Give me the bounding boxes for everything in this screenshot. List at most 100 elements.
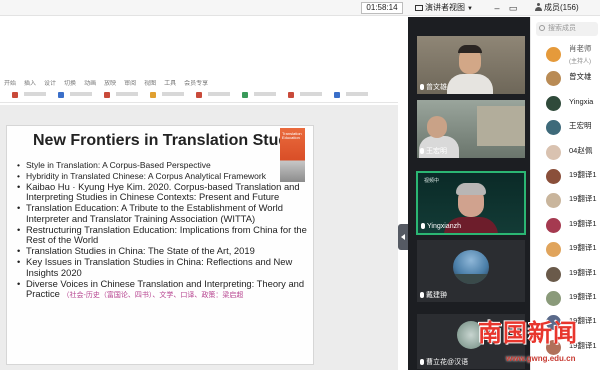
bullet-item: Diverse Voices in Chinese Translation an…	[17, 278, 309, 301]
top-bar: 01:58:14 演讲者视图 ▼ – ▭ 成员(156)	[0, 0, 600, 16]
ribbon-tab[interactable]: 插入	[24, 80, 36, 89]
ribbon-icon[interactable]	[150, 92, 156, 98]
participant-hair	[456, 183, 486, 195]
mic-icon	[420, 292, 424, 298]
video-tile-active-speaker[interactable]: 视频中 Yingxianzh	[416, 171, 526, 235]
video-tile-label: 戴建翀	[426, 292, 447, 299]
member-name: Yingxia	[569, 96, 594, 106]
bullet-item: Kaibao Hu · Kyung Hye Kim. 2020. Corpus-…	[17, 181, 309, 203]
participant-hair	[458, 45, 482, 53]
bullet-note: （社会-历史（富国论、四书）、文学、口译、政策：梁启超	[62, 292, 244, 300]
ribbon-control[interactable]	[24, 92, 46, 96]
bullet-item: Restructuring Translation Education: Imp…	[17, 223, 309, 246]
ribbon-tabs: 开始 插入 设计 切换 动画 放映 审阅 视图 工具 会员专享	[0, 80, 398, 89]
layout-icon[interactable]: ▭	[507, 2, 519, 14]
video-tile-name: 戴建翀	[420, 292, 447, 300]
member-avatar	[546, 95, 561, 111]
member-name: 王宏明	[569, 121, 592, 131]
ribbon-tab[interactable]: 切换	[64, 80, 76, 89]
member-name: 肖老师	[569, 44, 592, 53]
video-tile[interactable]: 曾文雄	[416, 35, 526, 95]
ribbon-tab[interactable]: 会员专享	[184, 80, 208, 89]
ribbon-icon[interactable]	[334, 92, 340, 98]
ribbon-tab[interactable]: 开始	[4, 80, 16, 89]
member-avatar	[546, 290, 561, 306]
participant-body	[447, 74, 493, 94]
video-tile-label: 曹立花@汉语	[426, 359, 469, 366]
member-avatar	[546, 242, 561, 258]
member-name: 19翻译1	[569, 194, 597, 204]
ribbon-icon[interactable]	[242, 92, 248, 98]
ribbon-toolbar	[0, 89, 398, 103]
member-row[interactable]: 19翻译1	[531, 238, 600, 262]
participant-face	[427, 116, 447, 138]
ribbon-icon[interactable]	[104, 92, 110, 98]
presenter-view-button[interactable]: 演讲者视图 ▼	[415, 2, 481, 14]
video-overlay-label: 视频中	[424, 178, 440, 184]
bullet-text: Key Issues in Translation Studies in Chi…	[26, 256, 293, 278]
ribbon-tab[interactable]: 动画	[84, 80, 96, 89]
bullet-item: Translation Studies in China: The State …	[17, 245, 309, 257]
shared-screen: 开始 插入 设计 切换 动画 放映 审阅 视图 工具 会员专享 New Frontiers in …	[0, 17, 398, 370]
member-avatar	[546, 168, 561, 184]
ribbon-icon[interactable]	[58, 92, 64, 98]
member-name: 19翻译1	[569, 169, 597, 179]
ribbon-control[interactable]	[162, 92, 184, 96]
video-tile-name: 曾文雄	[420, 84, 447, 92]
slide-pane: New Frontiers in Translation Studie Tran…	[0, 105, 398, 370]
ribbon-control[interactable]	[346, 92, 368, 96]
bullet-text: Kaibao Hu · Kyung Hye Kim. 2020. Corpus-…	[26, 181, 300, 203]
member-row[interactable]: Yingxia	[531, 92, 600, 116]
member-name: 19翻译1	[569, 218, 597, 228]
ribbon-control[interactable]	[116, 92, 138, 96]
member-row[interactable]: 04赵佩	[531, 141, 600, 165]
bullet-text: Translation Studies in China: The State …	[26, 245, 255, 257]
member-avatar	[546, 120, 561, 136]
slide-title: New Frontiers in Translation Studie	[33, 132, 302, 149]
video-tile-name: 王宏明	[420, 148, 447, 156]
ribbon-icon[interactable]	[288, 92, 294, 98]
member-row[interactable]: 19翻译1	[531, 287, 600, 311]
bullet-text: Restructuring Translation Education: Imp…	[26, 223, 307, 246]
bullet-text: Style in Translation: A Corpus-Based Per…	[26, 160, 211, 170]
member-row[interactable]: 王宏明	[531, 116, 600, 140]
watermark-logo-text: 南国新闻	[478, 318, 578, 347]
mic-icon	[421, 223, 425, 229]
bullet-item: Translation Education: A Tribute to the …	[17, 203, 309, 224]
presenter-view-label: 演讲者视图	[425, 3, 465, 12]
ribbon-tab[interactable]: 工具	[164, 80, 176, 89]
member-row[interactable]: 19翻译1	[531, 165, 600, 189]
members-count: 成员(156)	[544, 3, 579, 12]
video-tile-label: 王宏明	[426, 148, 447, 155]
ribbon-icon[interactable]	[12, 92, 18, 98]
member-search-input[interactable]: 搜索成员	[536, 22, 598, 36]
member-list: 肖老师 (主持人) 曾文雄 Yingxia 王宏明 04赵佩 19翻译1 19翻译1 19翻译1…	[531, 43, 600, 360]
ribbon-tab[interactable]: 设计	[44, 80, 56, 89]
ribbon-control[interactable]	[254, 92, 276, 96]
bullet-item: Style in Translation: A Corpus-Based Per…	[17, 160, 309, 170]
ribbon-control[interactable]	[300, 92, 322, 96]
minimize-icon[interactable]: –	[491, 2, 503, 14]
ribbon-tab[interactable]: 视图	[144, 80, 156, 89]
member-row[interactable]: 19翻译1	[531, 189, 600, 213]
member-row[interactable]: 19翻译1	[531, 214, 600, 238]
member-row[interactable]: 肖老师 (主持人)	[531, 43, 600, 67]
meeting-timer: 01:58:14	[361, 2, 403, 14]
ribbon-control[interactable]	[70, 92, 92, 96]
participant-avatar	[453, 250, 489, 284]
member-avatar	[546, 47, 561, 62]
member-name: 19翻译1	[569, 291, 597, 301]
ribbon-tab[interactable]: 审阅	[124, 80, 136, 89]
ribbon-control[interactable]	[208, 92, 230, 96]
search-icon	[539, 25, 545, 31]
video-tile[interactable]: 王宏明	[416, 99, 526, 159]
video-tile[interactable]: 戴建翀	[416, 239, 526, 303]
watermark-url: www.gwng.edu.cn	[506, 354, 576, 363]
bullet-item: Hybridity in Translated Chinese: A Corpu…	[17, 171, 309, 181]
ribbon-tab[interactable]: 放映	[104, 80, 116, 89]
member-row[interactable]: 19翻译1	[531, 263, 600, 287]
member-row[interactable]: 曾文雄	[531, 67, 600, 91]
collapse-panel-handle[interactable]	[398, 224, 408, 250]
chevron-down-icon: ▼	[467, 6, 473, 12]
ribbon-icon[interactable]	[196, 92, 202, 98]
